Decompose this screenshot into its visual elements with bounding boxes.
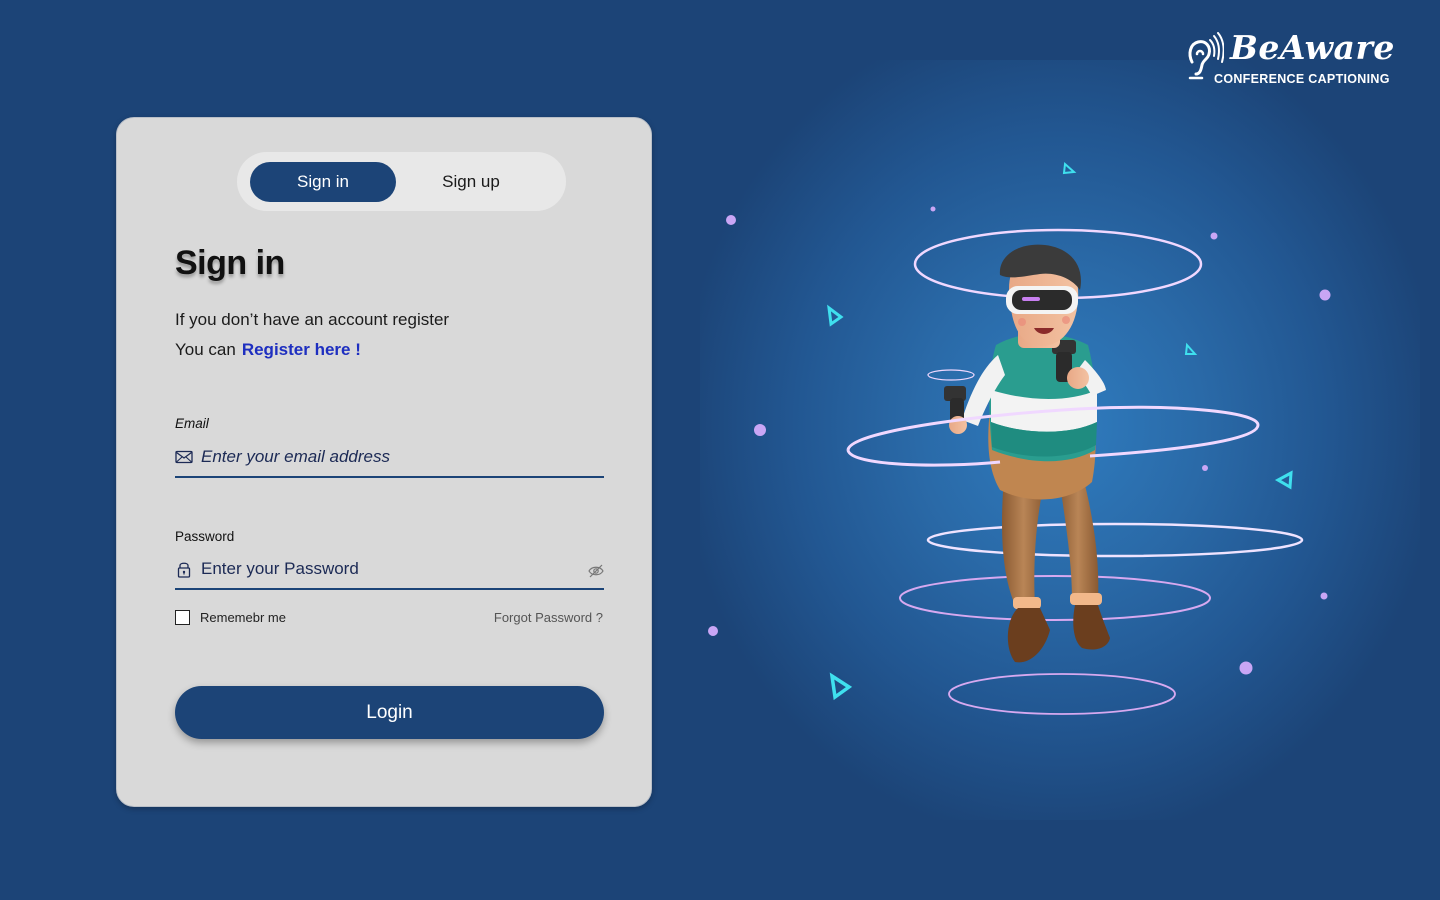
brand-logo: BeAware CONFERENCE CAPTIONING: [1184, 28, 1394, 88]
auth-tabs: Sign in Sign up: [237, 152, 566, 211]
remember-me-label: Rememebr me: [200, 610, 286, 625]
password-label: Password: [175, 529, 235, 544]
email-label: Email: [175, 416, 209, 431]
remember-me-checkbox[interactable]: [175, 610, 190, 625]
left-shoe: [1007, 608, 1050, 663]
tab-sign-up[interactable]: Sign up: [398, 162, 544, 202]
ring-middle-lower: [926, 522, 1304, 558]
subtitle-line-2: You can Register here !: [175, 340, 361, 360]
register-link[interactable]: Register here !: [242, 340, 361, 359]
email-input[interactable]: [201, 442, 581, 472]
ring-bottom: [948, 673, 1176, 715]
subtitle-line-1: If you don’t have an account register: [175, 310, 450, 329]
page-title: Sign in: [175, 244, 285, 282]
ring-lower: [899, 575, 1211, 621]
right-shoe: [1073, 605, 1110, 650]
subtitle-prefix: You can: [175, 340, 236, 359]
vr-character-illustration: [708, 161, 1331, 715]
login-button[interactable]: Login: [175, 686, 604, 739]
mail-icon: [175, 450, 193, 464]
particle-triangle: [1062, 161, 1077, 175]
particle-dot: [726, 215, 736, 225]
brand-name: BeAware: [1230, 28, 1395, 67]
password-field-wrapper: [175, 550, 604, 590]
ring-small: [927, 369, 975, 381]
lock-icon: [177, 562, 191, 578]
brand-tagline: CONFERENCE CAPTIONING: [1214, 72, 1390, 86]
email-field-wrapper: [175, 438, 604, 478]
remember-me: Rememebr me: [175, 610, 286, 625]
sign-in-card: Sign in Sign up Sign in If you don’t hav…: [116, 117, 652, 807]
hide-password-icon[interactable]: [588, 564, 604, 578]
forgot-password-link[interactable]: Forgot Password ?: [494, 610, 603, 625]
password-input[interactable]: [201, 554, 581, 584]
tab-sign-in[interactable]: Sign in: [250, 162, 396, 202]
